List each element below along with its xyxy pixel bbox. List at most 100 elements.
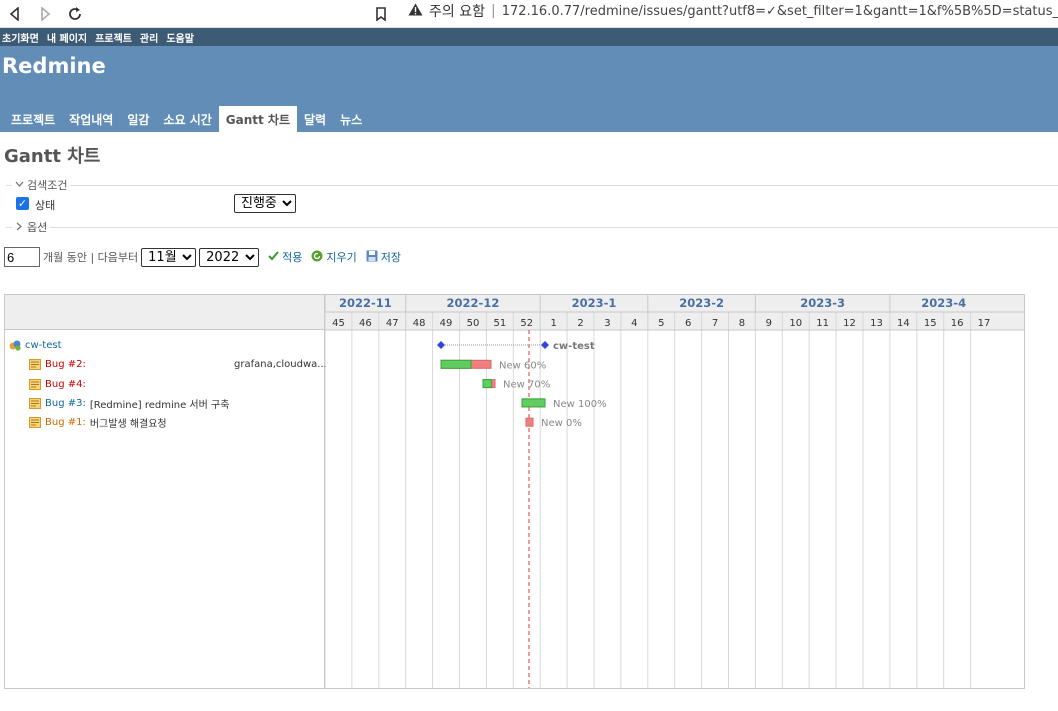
reload-icon[interactable] xyxy=(64,3,86,25)
week-label: 14 xyxy=(897,318,910,329)
gantt-timeline: 2022-11 45 46 47 2022-12 48 49 50 51 52 2023-1 1 2 3 4… xyxy=(324,295,1024,688)
issue-bar-label: New 70% xyxy=(503,380,550,391)
month-label: 2023-4 xyxy=(921,296,966,310)
issue-bar-done xyxy=(521,398,546,408)
week-label: 17 xyxy=(978,318,991,329)
tab-6[interactable]: 뉴스 xyxy=(333,106,369,132)
main-menu: 프로젝트 작업내역 일감 소요 시간 Gantt 차트 달력 뉴스 xyxy=(4,106,369,132)
year-select[interactable]: 2022 xyxy=(199,247,260,267)
week-label: 52 xyxy=(520,318,533,329)
week-label: 9 xyxy=(766,318,772,329)
week-label: 4 xyxy=(631,318,637,329)
week-label: 47 xyxy=(386,318,399,329)
week-label: 3 xyxy=(604,318,610,329)
gantt-svg: 2022-1145 46 472022-1248 49 50 51 522023-11 2 3 4… xyxy=(324,295,1024,688)
filters-toggle[interactable]: 검색조건 xyxy=(12,177,71,193)
week-label: 15 xyxy=(924,318,937,329)
gantt-issue-row: Bug #2: grafana,cloudwa... xyxy=(29,355,327,374)
issue-link[interactable]: Bug #2: xyxy=(45,359,86,370)
week-label: 50 xyxy=(467,318,480,329)
page-title: Gantt 차트 xyxy=(4,146,101,167)
tab-0[interactable]: 프로젝트 xyxy=(4,106,62,132)
week-label: 10 xyxy=(789,318,802,329)
month-label: 2022-11 xyxy=(339,296,392,310)
save-icon xyxy=(366,250,378,265)
week-label: 45 xyxy=(332,318,345,329)
url-text[interactable]: 172.16.0.77/redmine/issues/gantt?utf8=✓&… xyxy=(502,4,1058,19)
issue-link[interactable]: Bug #3: xyxy=(45,398,86,409)
gantt-chart: cw-test Bug #2: grafana,cloudwa... Bug #4: B… xyxy=(4,294,1025,689)
browser-toolbar: 주의 요함 | 172.16.0.77/redmine/issues/gantt… xyxy=(0,0,1058,28)
address-bar[interactable]: 주의 요함 | 172.16.0.77/redmine/issues/gantt… xyxy=(408,0,1058,22)
issue-extra: grafana,cloudwa... xyxy=(234,359,327,371)
project-icon xyxy=(9,340,21,351)
chevron-right-icon xyxy=(15,221,24,234)
gantt-issue-row: Bug #1: 버그발생 해결요청 xyxy=(29,413,325,432)
save-button[interactable]: 저장 xyxy=(366,249,401,265)
options-toggle[interactable]: 옵션 xyxy=(12,219,51,235)
security-warning[interactable]: 주의 요함 xyxy=(429,1,485,21)
issue-bar-label: New 0% xyxy=(541,418,582,429)
gantt-toolbar: 개월 동안 | 다음부터 11월 2022 적용 지우기 저장 xyxy=(4,246,1054,268)
project-link[interactable]: cw-test xyxy=(25,340,62,351)
issue-bar-done xyxy=(440,359,472,369)
status-operator-select[interactable]: 진행중 xyxy=(234,194,296,213)
issue-bar-total xyxy=(525,417,534,427)
month-label: 2022-12 xyxy=(447,296,500,310)
project-end-marker xyxy=(541,341,549,349)
week-label: 2 xyxy=(577,318,583,329)
top-menu-item[interactable]: 초기화면 xyxy=(2,30,39,45)
subjects-header xyxy=(5,295,324,330)
bookmark-icon[interactable] xyxy=(370,3,392,25)
back-icon[interactable] xyxy=(4,3,26,25)
issue-bar-label: New 60% xyxy=(499,360,546,371)
week-label: 16 xyxy=(951,318,964,329)
tab-5[interactable]: 달력 xyxy=(297,106,333,132)
issue-bar-label: New 100% xyxy=(553,399,607,410)
gantt-subjects: cw-test Bug #2: grafana,cloudwa... Bug #4: B… xyxy=(5,295,327,688)
issue-link[interactable]: Bug #4: xyxy=(45,379,86,390)
options-fieldset: 옵션 xyxy=(4,218,1058,236)
tab-4[interactable]: Gantt 차트 xyxy=(218,106,298,132)
forward-icon[interactable] xyxy=(34,3,56,25)
top-menu-item[interactable]: 프로젝트 xyxy=(95,30,132,45)
month-label: 2023-1 xyxy=(572,296,617,310)
project-bar-label: cw-test xyxy=(553,341,595,352)
issue-link[interactable]: Bug #1: xyxy=(45,417,86,428)
week-label: 48 xyxy=(413,318,426,329)
filters-fieldset: 검색조건 xyxy=(4,176,1058,194)
check-icon xyxy=(268,250,279,264)
app-title[interactable]: Redmine xyxy=(2,54,106,78)
week-label: 11 xyxy=(816,318,829,329)
week-label: 5 xyxy=(658,318,664,329)
week-label: 1 xyxy=(550,318,556,329)
top-menu-item[interactable]: 도움말 xyxy=(166,30,194,45)
week-label: 8 xyxy=(739,318,745,329)
top-menu-item[interactable]: 내 페이지 xyxy=(47,30,87,45)
url-separator: | xyxy=(490,3,496,19)
clear-button[interactable]: 지우기 xyxy=(311,249,357,265)
week-label: 49 xyxy=(440,318,453,329)
gantt-issue-row: Bug #3: [Redmine] redmine 서버 구축 xyxy=(29,394,325,413)
tab-1[interactable]: 작업내역 xyxy=(62,106,120,132)
issue-icon xyxy=(29,378,41,390)
apply-button[interactable]: 적용 xyxy=(268,249,302,265)
top-menu-item[interactable]: 관리 xyxy=(140,30,158,45)
months-input[interactable] xyxy=(4,247,40,267)
warning-icon xyxy=(408,3,423,20)
options-legend: 옵션 xyxy=(27,221,48,234)
clear-label: 지우기 xyxy=(326,251,357,264)
week-label: 13 xyxy=(870,318,883,329)
tab-2[interactable]: 일감 xyxy=(120,106,156,132)
issue-icon xyxy=(29,417,41,429)
tab-3[interactable]: 소요 시간 xyxy=(156,106,218,132)
gantt-project-row: cw-test xyxy=(9,336,325,355)
month-label: 2023-2 xyxy=(679,296,724,310)
issue-subject: 버그발생 해결요청 xyxy=(89,419,167,431)
save-label: 저장 xyxy=(380,251,402,264)
status-checkbox[interactable]: ✓ xyxy=(16,197,29,210)
month-select[interactable]: 11월 xyxy=(141,247,197,267)
filter-row: ✓ 상태 진행중 xyxy=(4,194,1054,218)
issue-icon xyxy=(29,397,41,409)
week-label: 46 xyxy=(359,318,372,329)
